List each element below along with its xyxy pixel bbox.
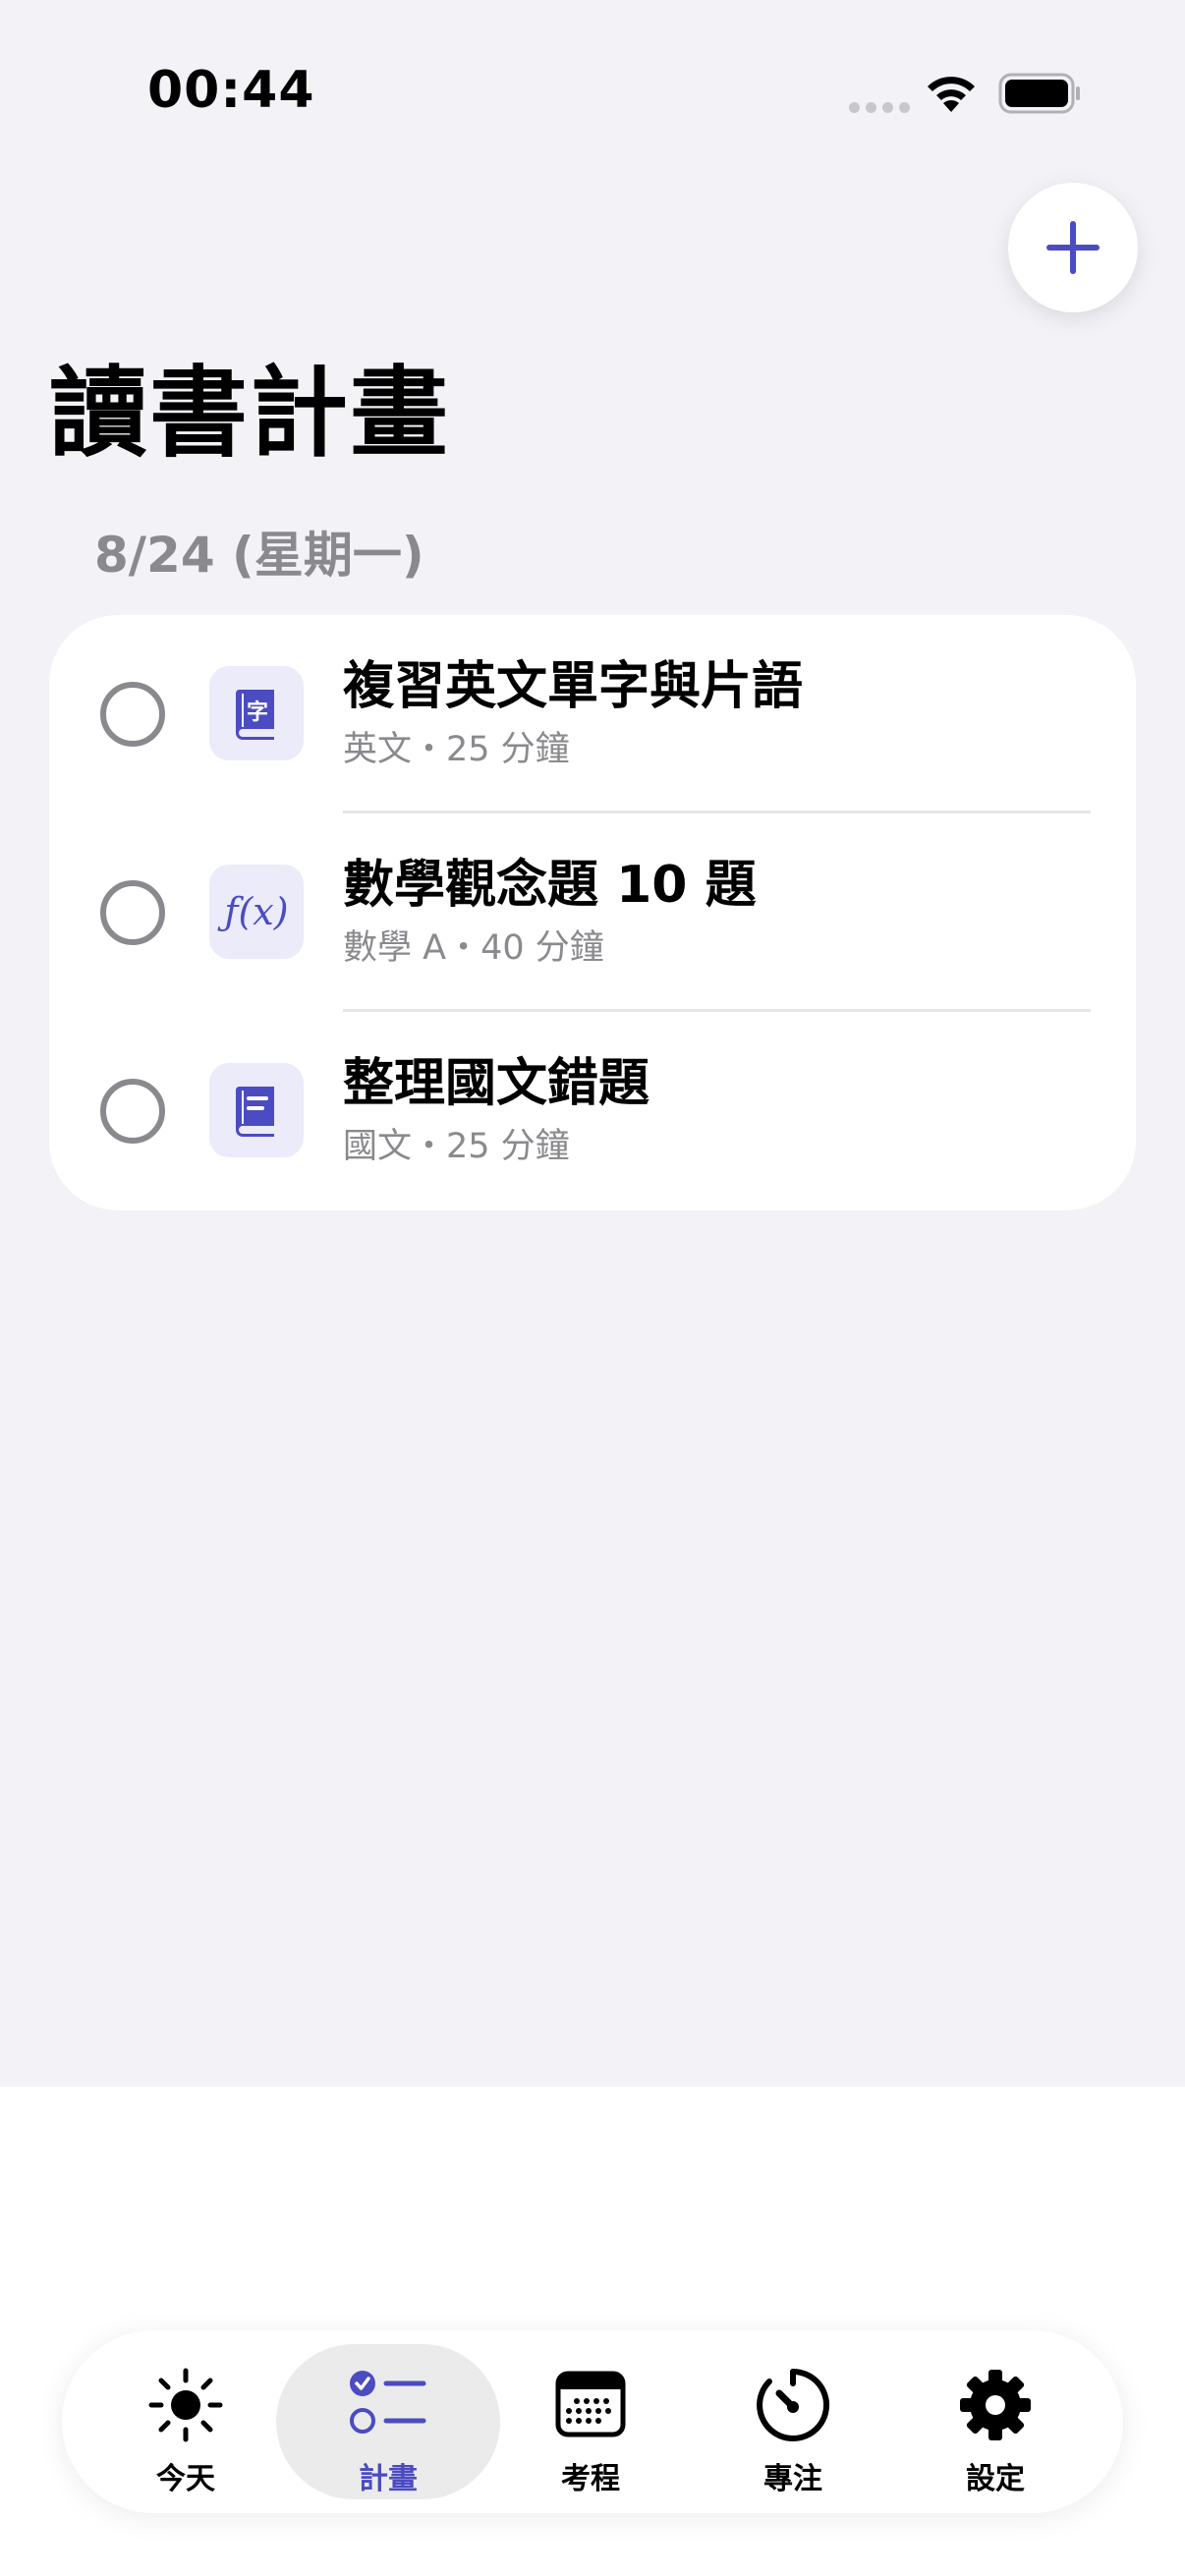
page-title: 讀書計畫 — [49, 356, 450, 471]
gear-icon — [960, 2370, 1031, 2440]
task-row[interactable]: 字 複習英文單字與片語 英文・25 分鐘 — [49, 615, 1136, 813]
tab-label: 考程 — [561, 2462, 620, 2496]
tab-exams[interactable]: 考程 — [479, 2344, 703, 2499]
task-checkbox[interactable] — [100, 1079, 165, 1144]
calendar-icon — [555, 2371, 626, 2437]
tab-label: 今天 — [156, 2462, 215, 2496]
date-header: 8/24 (星期一) — [94, 527, 424, 584]
task-title: 整理國文錯題 — [343, 1054, 650, 1113]
function-glyph: ƒ(x) — [224, 890, 289, 933]
task-checkbox[interactable] — [100, 682, 165, 747]
tab-label: 計畫 — [359, 2462, 418, 2496]
plus-icon — [1046, 221, 1100, 274]
cellular-signal-icon — [849, 102, 910, 113]
task-title: 複習英文單字與片語 — [343, 657, 804, 716]
tab-today[interactable]: 今天 — [74, 2344, 298, 2499]
notebook-icon — [209, 1063, 304, 1157]
checklist-icon — [350, 2371, 426, 2434]
svg-text:字: 字 — [247, 700, 268, 725]
tab-label: 設定 — [966, 2462, 1025, 2496]
tab-plan[interactable]: 計畫 — [276, 2344, 500, 2499]
task-row[interactable]: ƒ(x) 數學觀念題 10 題 數學 A・40 分鐘 — [49, 813, 1136, 1012]
add-task-button[interactable] — [1008, 183, 1138, 312]
function-icon: ƒ(x) — [209, 865, 304, 959]
task-meta: 數學 A・40 分鐘 — [343, 928, 604, 968]
task-title: 數學觀念題 10 題 — [343, 856, 757, 915]
sun-icon — [148, 2368, 223, 2442]
wifi-icon — [924, 73, 979, 118]
tab-bar: 今天 計畫 考程 專注 設定 — [62, 2330, 1123, 2513]
timer-icon — [757, 2369, 830, 2441]
status-time: 00:44 — [147, 61, 315, 120]
task-list: 字 複習英文單字與片語 英文・25 分鐘 ƒ(x) 數學觀念題 10 題 數學 … — [49, 615, 1136, 1210]
tab-focus[interactable]: 專注 — [681, 2344, 905, 2499]
task-row[interactable]: 整理國文錯題 國文・25 分鐘 — [49, 1012, 1136, 1210]
task-meta: 英文・25 分鐘 — [343, 730, 570, 769]
dictionary-book-icon: 字 — [209, 666, 304, 760]
task-checkbox[interactable] — [100, 880, 165, 945]
battery-icon — [998, 73, 1081, 118]
tab-label: 專注 — [763, 2462, 822, 2496]
task-meta: 國文・25 分鐘 — [343, 1127, 570, 1166]
tab-settings[interactable]: 設定 — [883, 2344, 1107, 2499]
